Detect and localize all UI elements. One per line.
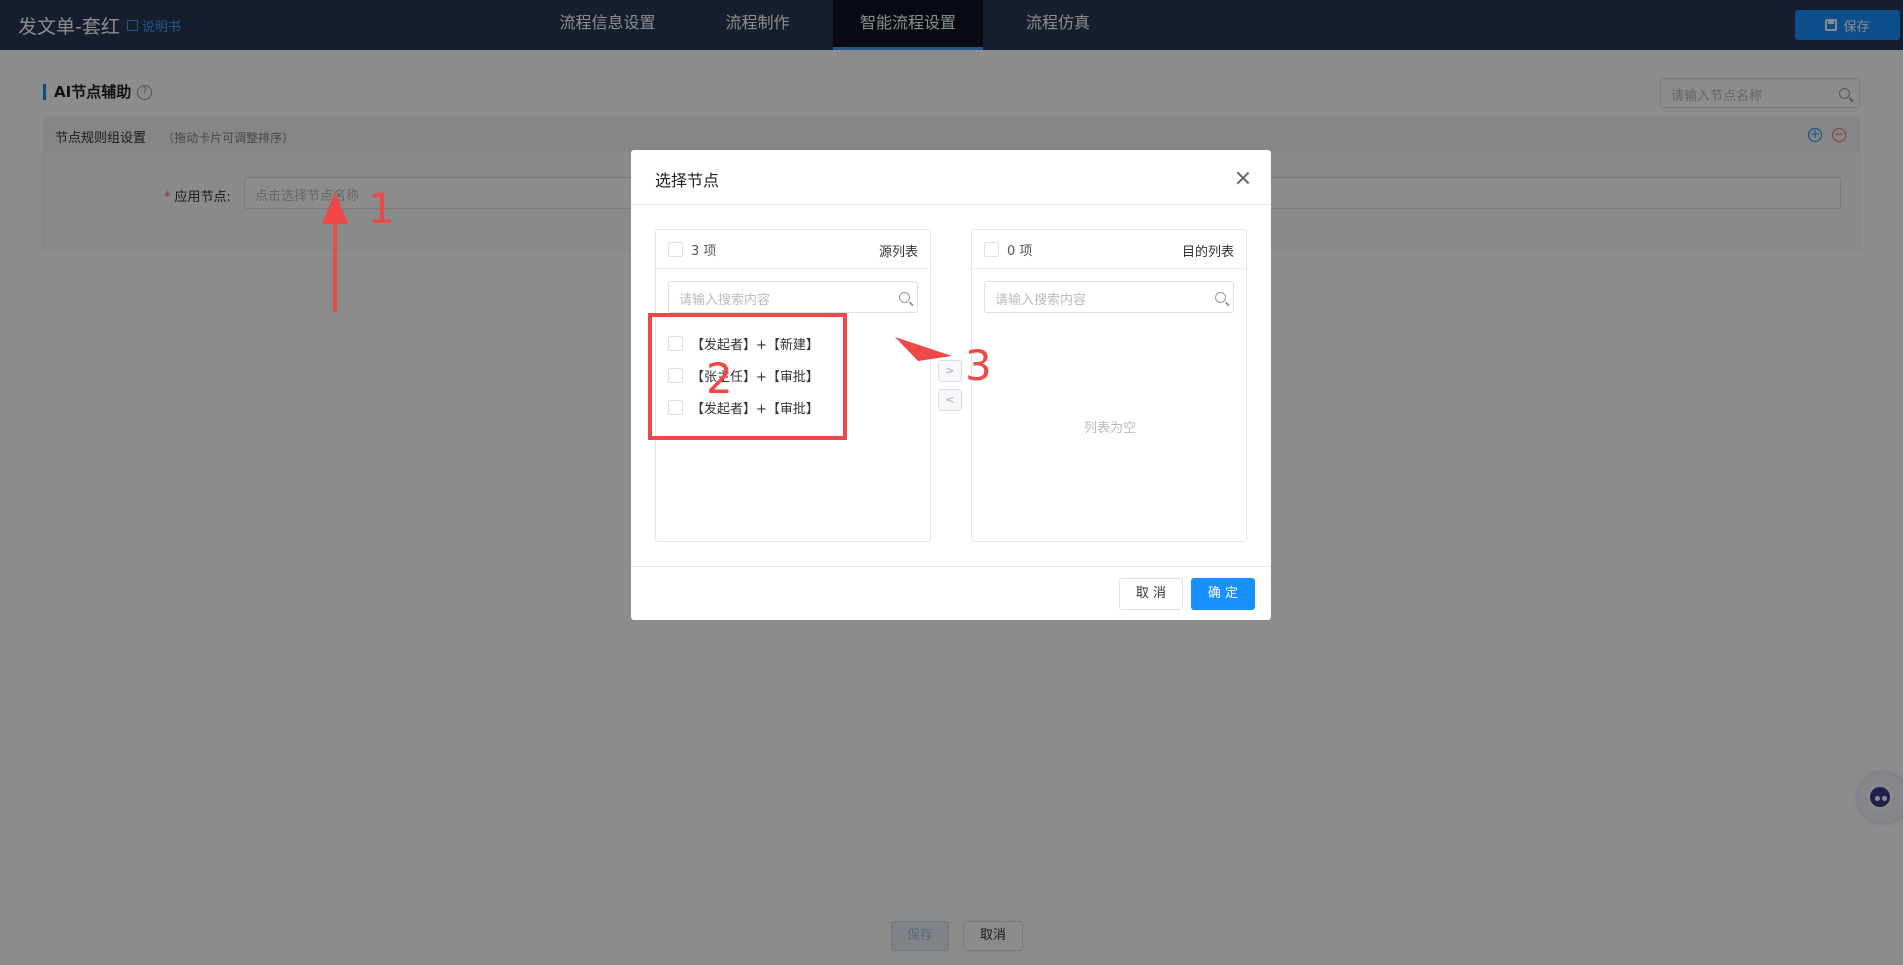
annotation-overlay (322, 192, 952, 440)
annotation-number-2: 2 (706, 354, 733, 403)
annotation-number-1: 1 (368, 184, 395, 233)
annotation-arrow-1-head (322, 192, 348, 224)
annotation-box-2 (648, 313, 847, 440)
annotation-arrow-3 (895, 337, 952, 361)
annotation-number-3: 3 (965, 341, 992, 390)
